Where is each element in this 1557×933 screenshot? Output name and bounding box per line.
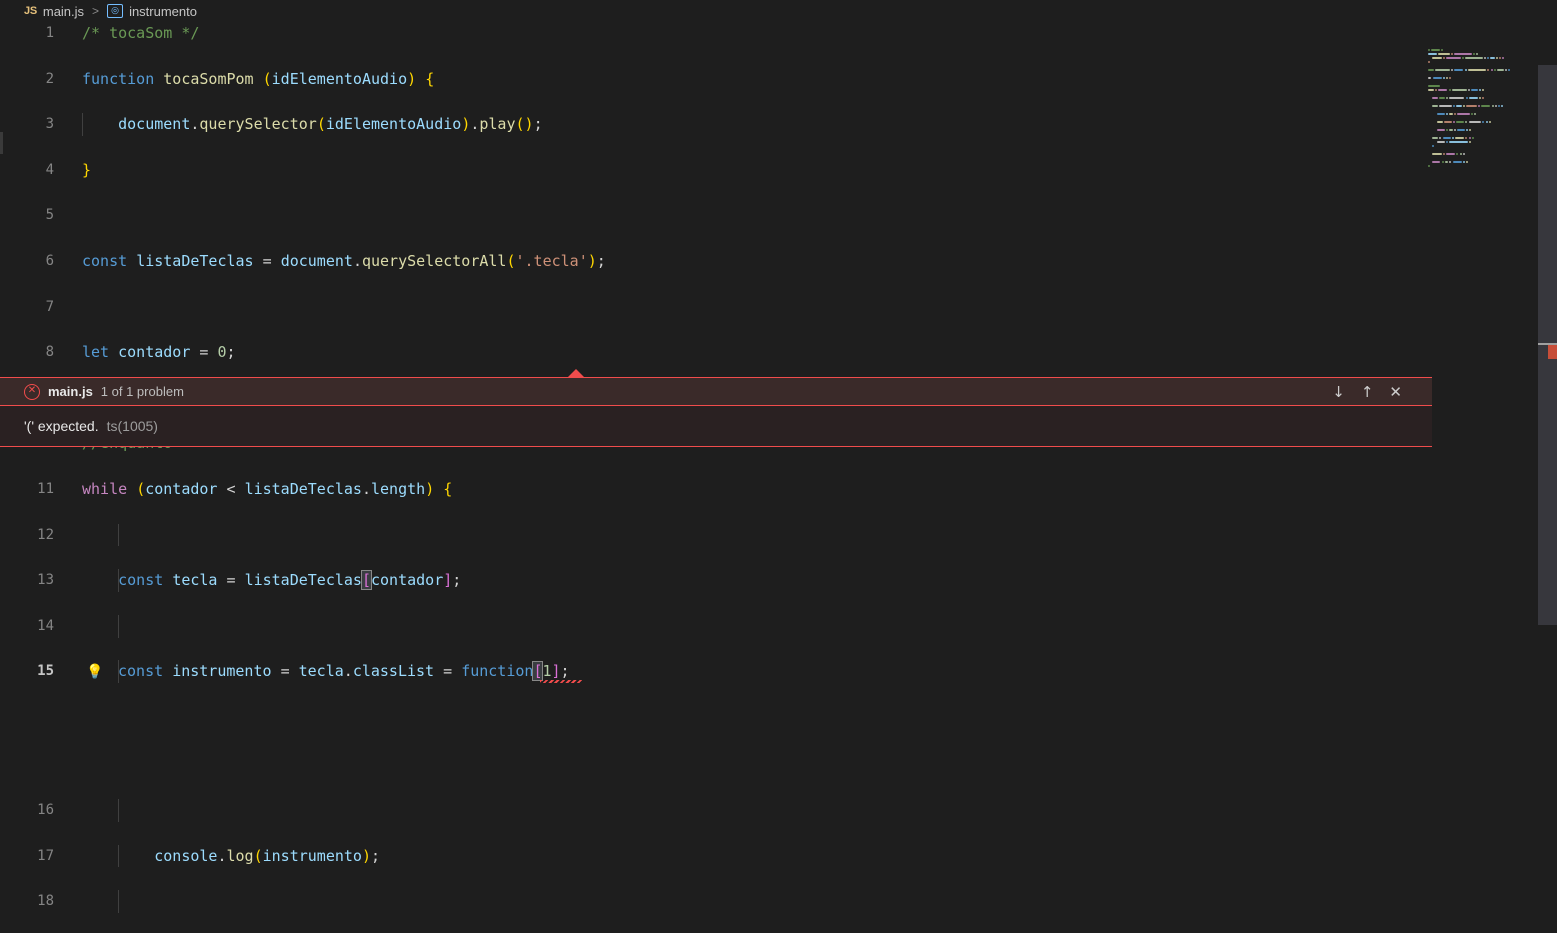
marker-problem-count: 1 of 1 problem bbox=[100, 384, 184, 399]
line-number: 8 bbox=[45, 344, 54, 361]
line-number: 18 bbox=[37, 893, 54, 910]
line-content: const instrumento = tecla.classList = fu… bbox=[118, 661, 570, 682]
line-number: 3 bbox=[45, 116, 54, 133]
marker-header: ✕ main.js 1 of 1 problem ↓ ↑ ✕ bbox=[0, 378, 1432, 406]
code-pane[interactable]: 1 /* tocaSom */ 2 function tocaSomPom (i… bbox=[0, 22, 1425, 933]
code-line[interactable]: 5 bbox=[0, 204, 1425, 227]
code-line[interactable]: 17 console.log(instrumento); bbox=[0, 844, 1425, 868]
line-content: console.log(instrumento); bbox=[154, 846, 381, 865]
code-line[interactable]: 18 bbox=[0, 890, 1425, 913]
breadcrumb-symbol-name[interactable]: instrumento bbox=[129, 4, 197, 19]
marker-actions: ↓ ↑ ✕ bbox=[1332, 383, 1424, 401]
code-line[interactable]: 14 bbox=[0, 614, 1425, 638]
code-line[interactable]: 7 bbox=[0, 296, 1425, 319]
variable-icon: ◎ bbox=[107, 4, 124, 18]
marker-file-name: main.js bbox=[48, 384, 93, 399]
vscode-editor-window: JS main.js > ◎ instrumento 1 /* tocaSom … bbox=[0, 0, 1557, 933]
indent-guide bbox=[118, 798, 119, 822]
code-line[interactable]: 2 function tocaSomPom (idElementoAudio) … bbox=[0, 68, 1425, 91]
vertical-scrollbar[interactable] bbox=[1538, 22, 1557, 933]
marker-error-code[interactable]: ts(1005) bbox=[107, 418, 158, 434]
line-content: const listaDeTeclas = document.querySele… bbox=[82, 251, 606, 270]
code-line[interactable]: 13 const tecla = listaDeTeclas[contador]… bbox=[0, 569, 1425, 592]
breadcrumb-separator-icon: > bbox=[92, 4, 100, 18]
line-content: document.querySelector(idElementoAudio).… bbox=[118, 115, 543, 134]
marker-message: '(' expected. bbox=[24, 418, 99, 434]
go-to-previous-problem-button[interactable]: ↑ bbox=[1361, 383, 1374, 401]
js-file-icon: JS bbox=[24, 5, 37, 17]
line-number: 6 bbox=[45, 252, 54, 269]
close-marker-button[interactable]: ✕ bbox=[1389, 383, 1402, 401]
code-line[interactable]: 3 document.querySelector(idElementoAudio… bbox=[0, 113, 1425, 136]
line-number: 15 bbox=[37, 663, 54, 680]
minimap-content bbox=[1428, 36, 1538, 167]
editor-area: 1 /* tocaSom */ 2 function tocaSomPom (i… bbox=[0, 22, 1557, 933]
go-to-next-problem-button[interactable]: ↓ bbox=[1332, 383, 1345, 401]
line-number: 13 bbox=[37, 572, 54, 589]
overview-error-marker[interactable] bbox=[1548, 345, 1557, 359]
line-number: 2 bbox=[45, 70, 54, 87]
lightbulb-icon[interactable]: 💡 bbox=[86, 664, 103, 680]
indent-guide bbox=[118, 523, 119, 547]
code-line[interactable]: 8 let contador = 0; bbox=[0, 341, 1425, 364]
error-icon: ✕ bbox=[24, 383, 40, 400]
line-content: while (contador < listaDeTeclas.length) … bbox=[82, 479, 453, 498]
code-line[interactable]: 16 bbox=[0, 798, 1425, 822]
code-line[interactable]: 1 /* tocaSom */ bbox=[0, 22, 1425, 45]
error-squiggle bbox=[540, 680, 582, 684]
line-number: 12 bbox=[37, 526, 54, 543]
line-content: let contador = 0; bbox=[82, 343, 236, 362]
line-number: 5 bbox=[45, 207, 54, 224]
code-line-active[interactable]: 15 💡 const instrumento = tecla.classList… bbox=[0, 660, 1425, 684]
breadcrumb: JS main.js > ◎ instrumento bbox=[0, 0, 1557, 22]
code-line[interactable]: 11 while (contador < listaDeTeclas.lengt… bbox=[0, 478, 1425, 501]
line-number: 11 bbox=[37, 480, 54, 497]
line-number: 16 bbox=[37, 801, 54, 818]
line-content: const tecla = listaDeTeclas[contador]; bbox=[118, 570, 462, 591]
line-content: /* tocaSom */ bbox=[82, 24, 200, 42]
code-line[interactable]: 6 const listaDeTeclas = document.querySe… bbox=[0, 250, 1425, 273]
minimap[interactable] bbox=[1428, 22, 1538, 933]
line-number: 4 bbox=[45, 161, 54, 178]
breadcrumb-file-name[interactable]: main.js bbox=[43, 4, 84, 19]
line-number: 1 bbox=[45, 25, 54, 41]
line-content: } bbox=[82, 160, 92, 179]
code-line[interactable]: 4 } bbox=[0, 159, 1425, 182]
marker-message-row: '(' expected. ts(1005) bbox=[0, 406, 1432, 446]
marker-pointer-icon bbox=[567, 369, 585, 378]
line-number: 17 bbox=[37, 847, 54, 864]
line-number: 7 bbox=[45, 298, 54, 315]
indent-guide bbox=[118, 614, 119, 638]
line-number: 14 bbox=[37, 617, 54, 634]
line-content: function tocaSomPom (idElementoAudio) { bbox=[82, 69, 435, 88]
code-line[interactable]: 12 bbox=[0, 523, 1425, 547]
problem-marker-widget: ✕ main.js 1 of 1 problem ↓ ↑ ✕ '(' expec… bbox=[0, 369, 1432, 447]
indent-guide bbox=[118, 890, 119, 913]
